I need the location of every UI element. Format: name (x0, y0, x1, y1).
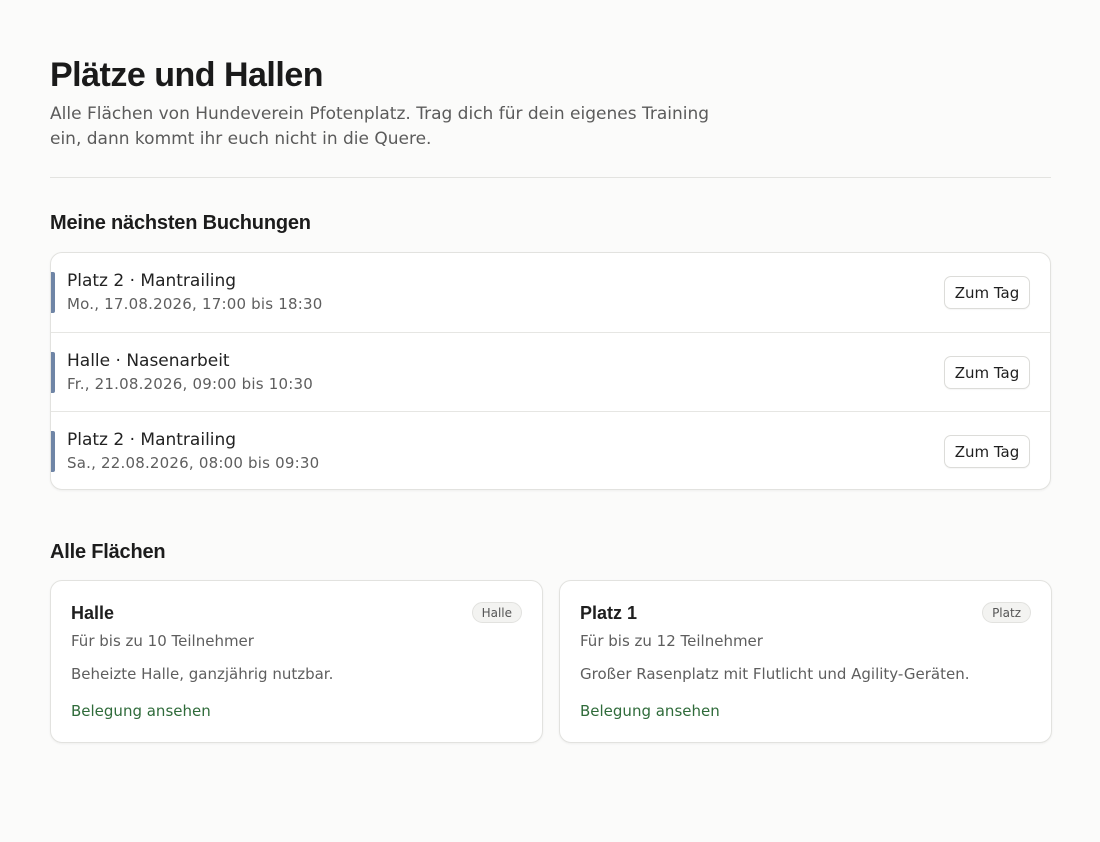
booking-title: Halle · Nasenarbeit (67, 351, 230, 371)
page-title: Plätze und Hallen (50, 56, 324, 94)
booking-accent-bar (51, 352, 55, 393)
area-description: Großer Rasenplatz mit Flutlicht und Agil… (580, 665, 970, 683)
booking-accent-bar (51, 272, 55, 313)
area-card-platz-1: Platz 1 Platz Für bis zu 12 Teilnehmer G… (559, 580, 1052, 743)
area-card-halle: Halle Halle Für bis zu 10 Teilnehmer Beh… (50, 580, 543, 743)
zum-tag-button[interactable]: Zum Tag (944, 435, 1030, 468)
page: Plätze und Hallen Alle Flächen von Hunde… (0, 0, 1100, 842)
booking-title: Platz 2 · Mantrailing (67, 271, 237, 291)
booking-time: Mo., 17.08.2026, 17:00 bis 18:30 (67, 295, 323, 313)
booking-time: Fr., 21.08.2026, 09:00 bis 10:30 (67, 375, 313, 393)
booking-row: Halle · Nasenarbeit Fr., 21.08.2026, 09:… (51, 332, 1050, 411)
area-type-badge: Platz (982, 602, 1031, 623)
zum-tag-button[interactable]: Zum Tag (944, 356, 1030, 389)
area-name: Halle (71, 603, 115, 623)
belegung-ansehen-link[interactable]: Belegung ansehen (71, 702, 211, 720)
bookings-section-title: Meine nächsten Buchungen (50, 212, 311, 234)
booking-row: Platz 2 · Mantrailing Sa., 22.08.2026, 0… (51, 411, 1050, 490)
bookings-list: Platz 2 · Mantrailing Mo., 17.08.2026, 1… (50, 252, 1051, 490)
area-name: Platz 1 (580, 603, 638, 623)
area-type-badge: Halle (471, 602, 522, 623)
area-capacity: Für bis zu 12 Teilnehmer (580, 632, 763, 650)
booking-title: Platz 2 · Mantrailing (67, 430, 237, 450)
zum-tag-button[interactable]: Zum Tag (944, 276, 1030, 309)
page-intro: Alle Flächen von Hundeverein Pfotenplatz… (50, 104, 710, 149)
booking-accent-bar (51, 431, 55, 472)
header-divider (50, 177, 1051, 178)
belegung-ansehen-link[interactable]: Belegung ansehen (580, 702, 720, 720)
booking-row: Platz 2 · Mantrailing Mo., 17.08.2026, 1… (51, 253, 1050, 332)
area-capacity: Für bis zu 10 Teilnehmer (71, 632, 254, 650)
areas-section-title: Alle Flächen (50, 541, 166, 563)
booking-time: Sa., 22.08.2026, 08:00 bis 09:30 (67, 454, 320, 472)
area-description: Beheizte Halle, ganzjährig nutzbar. (71, 665, 334, 683)
